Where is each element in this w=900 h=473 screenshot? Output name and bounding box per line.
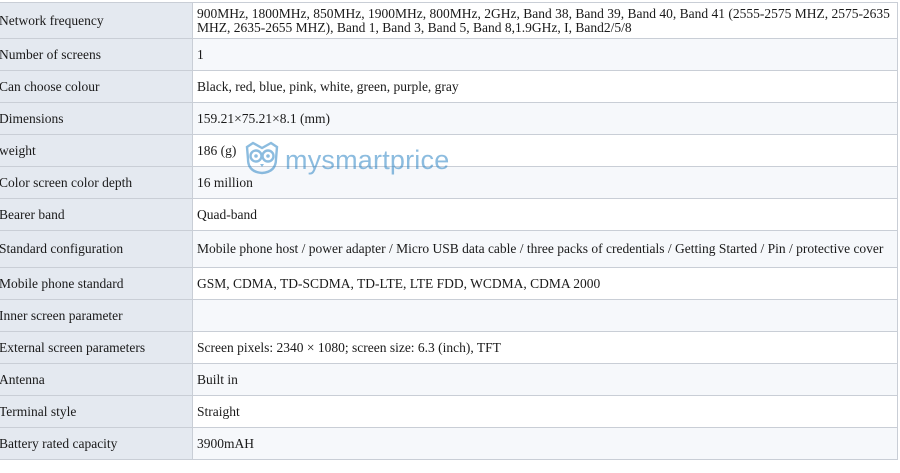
spec-label: Color screen color depth (0, 166, 193, 199)
spec-label: Antenna (0, 363, 193, 396)
spec-label: Inner screen parameter (0, 299, 193, 332)
spec-label: Standard configuration (0, 230, 193, 268)
spec-label: Number of screens (0, 38, 193, 71)
spec-value: Black, red, blue, pink, white, green, pu… (192, 70, 898, 103)
table-row: Mobile phone standard GSM, CDMA, TD-SCDM… (0, 267, 898, 300)
spec-value: Screen pixels: 2340 × 1080; screen size:… (192, 331, 898, 364)
table-row: External screen parameters Screen pixels… (0, 331, 898, 364)
spec-label: Terminal style (0, 395, 193, 428)
spec-table: Network frequency 900MHz, 1800MHz, 850MH… (0, 2, 898, 460)
spec-value: Straight (192, 395, 898, 428)
spec-label: Dimensions (0, 102, 193, 135)
spec-value: Built in (192, 363, 898, 396)
table-row: Terminal style Straight (0, 395, 898, 428)
spec-label: Mobile phone standard (0, 267, 193, 300)
spec-value: Quad-band (192, 198, 898, 231)
spec-value: 3900mAH (192, 427, 898, 460)
spec-value: 186 (g) (192, 134, 898, 167)
table-row: Dimensions 159.21×75.21×8.1 (mm) (0, 102, 898, 135)
spec-value: 16 million (192, 166, 898, 199)
table-row: Network frequency 900MHz, 1800MHz, 850MH… (0, 2, 898, 39)
spec-label: External screen parameters (0, 331, 193, 364)
spec-label: Battery rated capacity (0, 427, 193, 460)
spec-value: GSM, CDMA, TD-SCDMA, TD-LTE, LTE FDD, WC… (192, 267, 898, 300)
spec-label: Bearer band (0, 198, 193, 231)
spec-value: Mobile phone host / power adapter / Micr… (192, 230, 898, 268)
spec-label: Can choose colour (0, 70, 193, 103)
table-row: weight 186 (g) (0, 134, 898, 167)
table-row: Antenna Built in (0, 363, 898, 396)
spec-label: Network frequency (0, 2, 193, 39)
table-row: Number of screens 1 (0, 38, 898, 71)
table-row: Standard configuration Mobile phone host… (0, 230, 898, 268)
table-row: Color screen color depth 16 million (0, 166, 898, 199)
table-row: Inner screen parameter (0, 299, 898, 332)
table-row: Battery rated capacity 3900mAH (0, 427, 898, 460)
spec-value (192, 299, 898, 332)
spec-value: 1 (192, 38, 898, 71)
table-row: Can choose colour Black, red, blue, pink… (0, 70, 898, 103)
spec-label: weight (0, 134, 193, 167)
spec-value: 900MHz, 1800MHz, 850MHz, 1900MHz, 800MHz… (192, 2, 898, 39)
table-row: Bearer band Quad-band (0, 198, 898, 231)
spec-value: 159.21×75.21×8.1 (mm) (192, 102, 898, 135)
